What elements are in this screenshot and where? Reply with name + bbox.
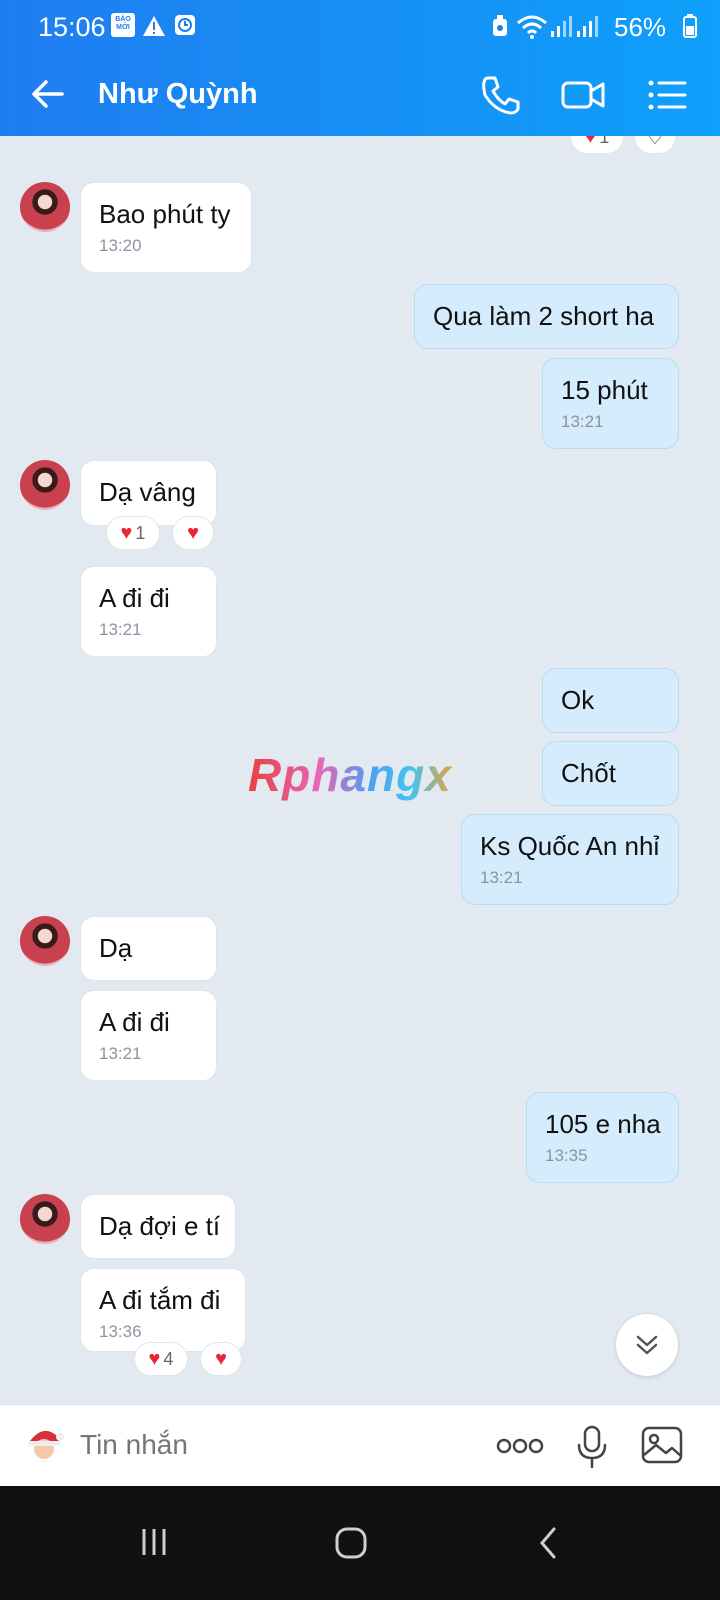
contact-avatar[interactable]	[20, 182, 70, 232]
reaction-badge[interactable]: ♥ 1	[106, 516, 160, 550]
status-bar: 15:06 BÁO MỚI 56%	[0, 0, 720, 54]
message-bubble-outgoing[interactable]: 105 e nha 13:35	[526, 1092, 679, 1183]
reaction-badge[interactable]: ♥ 1	[570, 136, 624, 154]
more-options-icon[interactable]	[496, 1435, 544, 1457]
react-button[interactable]: ♥	[200, 1342, 242, 1376]
back-arrow-icon[interactable]	[28, 74, 68, 114]
message-bubble-outgoing[interactable]: Ks Quốc An nhỉ 13:21	[461, 814, 679, 905]
react-button[interactable]: ♥	[172, 516, 214, 550]
react-button[interactable]: ♡	[634, 136, 676, 154]
wifi-icon	[517, 15, 547, 39]
message-bubble-incoming[interactable]: Dạ	[80, 916, 217, 981]
heart-icon: ♥	[584, 136, 597, 148]
status-time: 15:06	[38, 12, 106, 42]
menu-list-icon[interactable]	[644, 72, 690, 118]
contact-avatar[interactable]	[20, 916, 70, 966]
message-bubble-incoming[interactable]: A đi tắm đi 13:36	[80, 1268, 246, 1352]
message-bubble-outgoing[interactable]: Ok	[542, 668, 679, 733]
contact-avatar[interactable]	[20, 1194, 70, 1244]
message-bubble-outgoing[interactable]: 15 phút 13:21	[542, 358, 679, 449]
heart-icon: ♥	[120, 521, 133, 544]
signal-icon-2	[577, 16, 598, 37]
contact-name[interactable]: Như Quỳnh	[98, 78, 258, 111]
heart-outline-icon: ♡	[646, 136, 664, 149]
message-bubble-incoming[interactable]: Bao phút ty 13:20	[80, 182, 252, 273]
scroll-to-bottom-button[interactable]	[616, 1314, 678, 1376]
contact-avatar[interactable]	[20, 460, 70, 510]
recent-apps-icon[interactable]	[138, 1526, 170, 1558]
video-call-icon[interactable]	[560, 72, 606, 118]
watermark-logo: Rphangx	[248, 749, 452, 801]
santa-emoji-icon[interactable]	[22, 1423, 66, 1467]
image-gallery-icon[interactable]	[640, 1423, 684, 1467]
warning-icon	[143, 16, 165, 36]
news-app-icon: BÁO MỚI	[111, 13, 135, 37]
back-nav-icon[interactable]	[536, 1526, 560, 1560]
message-bubble-incoming[interactable]: A đi đi 13:21	[80, 990, 217, 1081]
recycle-icon	[493, 15, 507, 36]
battery-icon	[683, 14, 697, 38]
system-navigation-bar	[0, 1486, 720, 1600]
heart-icon: ♥	[148, 1347, 161, 1370]
clock-notification-icon	[175, 15, 195, 35]
top-bar: 15:06 BÁO MỚI 56% Như Quỳnh	[0, 0, 720, 136]
chat-area[interactable]: ♥ 1 ♡ Bao phút ty 13:20 Qua làm 2 short h…	[0, 136, 720, 1432]
battery-percent: 56%	[614, 12, 667, 42]
message-bubble-incoming[interactable]: Dạ đợi e tí	[80, 1194, 236, 1259]
microphone-icon[interactable]	[576, 1425, 608, 1469]
message-input[interactable]	[80, 1429, 460, 1461]
home-icon[interactable]	[334, 1526, 368, 1560]
double-chevron-down-icon	[636, 1335, 658, 1355]
heart-icon: ♥	[187, 521, 199, 544]
message-bubble-outgoing[interactable]: Qua làm 2 short ha	[414, 284, 679, 349]
phone-call-icon[interactable]	[478, 72, 524, 118]
signal-icon-1	[551, 16, 572, 37]
reaction-badge[interactable]: ♥ 4	[134, 1342, 188, 1376]
message-input-bar	[0, 1404, 720, 1486]
message-bubble-outgoing[interactable]: Chốt	[542, 741, 679, 806]
chat-header: Như Quỳnh	[0, 54, 720, 136]
heart-icon: ♥	[215, 1347, 227, 1370]
message-bubble-incoming[interactable]: A đi đi 13:21	[80, 566, 217, 657]
